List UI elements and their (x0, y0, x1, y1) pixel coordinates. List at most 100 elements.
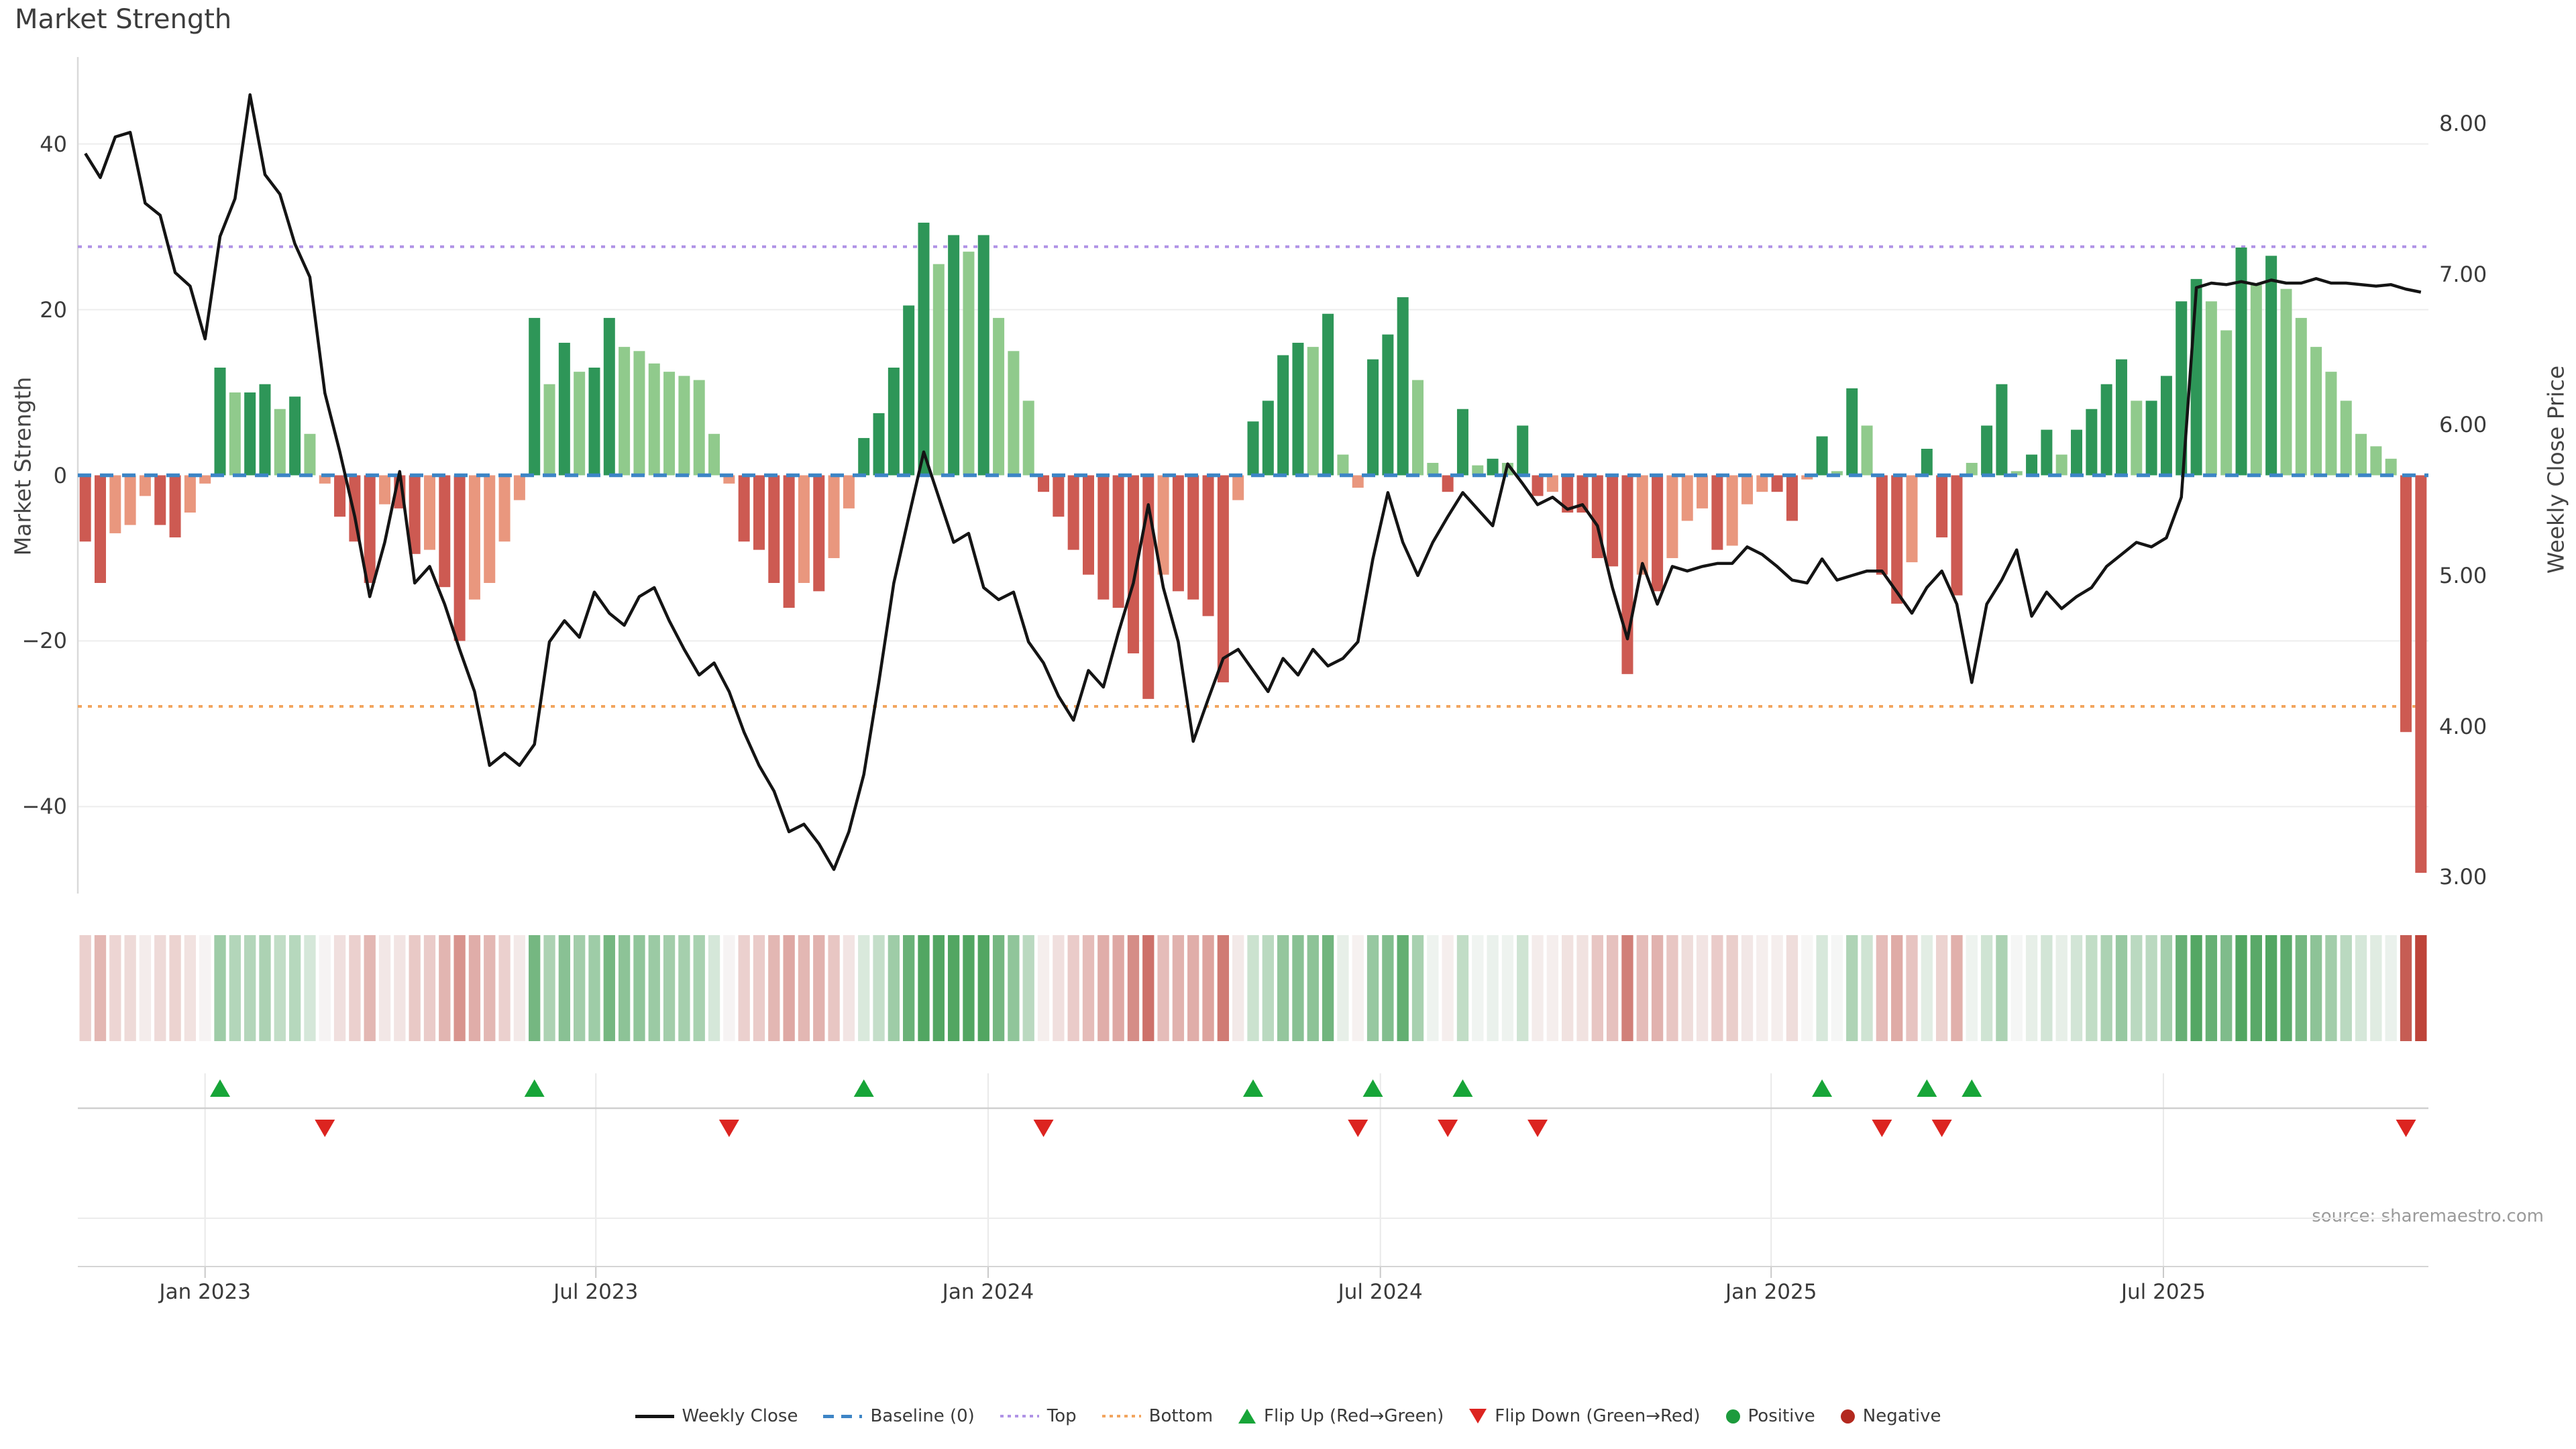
left-axis-tick-label: 0 (7, 462, 67, 489)
heatmap-cell (1038, 935, 1049, 1041)
legend-label: Negative (1863, 1406, 1941, 1426)
strength-bar (439, 476, 450, 588)
heatmap-cell (1277, 935, 1289, 1041)
strength-bar (1607, 476, 1618, 567)
heatmap-cell (1936, 935, 1947, 1041)
right-axis-tick-label: 8.00 (2439, 110, 2487, 137)
strength-bar (1218, 476, 1229, 683)
strength-bar (2206, 301, 2217, 475)
strength-bar (170, 476, 181, 538)
strength-bar (95, 476, 106, 584)
flip-up-triangle-icon (1238, 1409, 1256, 1424)
legend-item-flip-down[interactable]: Flip Down (Green→Red) (1469, 1406, 1700, 1426)
strength-bar (1532, 476, 1544, 496)
strength-bar (663, 372, 675, 475)
heatmap-cell (109, 935, 121, 1041)
strength-bar (1741, 476, 1753, 504)
heatmap-cell (588, 935, 600, 1041)
legend-item-top[interactable]: Top (1000, 1406, 1077, 1426)
strength-bar (1023, 400, 1034, 475)
heatmap-cell (633, 935, 645, 1041)
heatmap-cell (379, 935, 390, 1041)
strength-bar (1352, 476, 1364, 488)
heatmap-cell (858, 935, 869, 1041)
heatmap-cell (663, 935, 675, 1041)
legend-item-weekly-close[interactable]: Weekly Close (635, 1406, 798, 1426)
legend-item-negative[interactable]: Negative (1841, 1406, 1941, 1426)
strength-bar (798, 476, 810, 584)
legend-item-baseline[interactable]: Baseline (0) (823, 1406, 974, 1426)
heatmap-cell (1128, 935, 1139, 1041)
heatmap-cell (559, 935, 570, 1041)
strength-bar (1981, 425, 1992, 475)
heatmap-cell (2235, 935, 2247, 1041)
left-axis-tick-label: −20 (7, 627, 67, 654)
strength-bar (2355, 434, 2367, 476)
strength-bar (1786, 476, 1798, 521)
legend: Weekly Close Baseline (0) Top Bottom Fli… (0, 1406, 2576, 1426)
strength-bar (2341, 400, 2352, 475)
heatmap-cell (768, 935, 780, 1041)
heatmap-cell (2086, 935, 2097, 1041)
heatmap-cell (1996, 935, 2007, 1041)
baseline-dash-icon (823, 1415, 862, 1418)
flip-up-marker (1917, 1079, 1937, 1097)
heatmap-cell (1786, 935, 1798, 1041)
heatmap-cell (304, 935, 315, 1041)
strength-bar (678, 376, 690, 475)
heatmap-cell (2265, 935, 2277, 1041)
negative-dot-icon (1841, 1409, 1855, 1424)
legend-label: Weekly Close (682, 1406, 798, 1426)
plot-area[interactable] (0, 0, 2576, 1449)
heatmap-cell (678, 935, 690, 1041)
strength-bar (694, 380, 705, 476)
strength-bar (2370, 446, 2381, 475)
strength-bar (1307, 347, 1319, 475)
strength-bar (2415, 476, 2426, 873)
heatmap-cell (2116, 935, 2127, 1041)
strength-bar (289, 396, 301, 475)
strength-bar (978, 235, 989, 475)
legend-item-positive[interactable]: Positive (1726, 1406, 1815, 1426)
flip-up-marker (1812, 1079, 1832, 1097)
strength-bar (184, 476, 196, 513)
heatmap-cell (1487, 935, 1498, 1041)
heatmap-cell (140, 935, 151, 1041)
strength-bar (1487, 459, 1499, 476)
heatmap-cell (1697, 935, 1708, 1041)
strength-bar (633, 351, 645, 475)
heatmap-cell (1023, 935, 1034, 1041)
heatmap-cell (2190, 935, 2202, 1041)
heatmap-cell (1517, 935, 1528, 1041)
heatmap-cell (1263, 935, 1274, 1041)
left-axis-tick-label: −40 (7, 793, 67, 820)
top-dotted-icon (1000, 1415, 1039, 1417)
heatmap-cell (1607, 935, 1618, 1041)
flip-down-marker (2396, 1120, 2416, 1137)
strength-bar (2310, 347, 2322, 475)
strength-bar (80, 476, 91, 542)
weekly-close-line-icon (635, 1415, 674, 1418)
x-axis-tick-label: Jan 2023 (159, 1280, 251, 1304)
heatmap-cell (619, 935, 630, 1041)
flip-down-marker (719, 1120, 739, 1137)
heatmap-cell (1053, 935, 1064, 1041)
strength-bar (2131, 400, 2142, 475)
flip-down-marker (315, 1120, 335, 1137)
heatmap-cell (1472, 935, 1483, 1041)
legend-item-flip-up[interactable]: Flip Up (Red→Green) (1238, 1406, 1444, 1426)
heatmap-cell (649, 935, 660, 1041)
heatmap-cell (843, 935, 855, 1041)
heatmap-cell (753, 935, 765, 1041)
x-axis-tick-label: Jul 2024 (1338, 1280, 1423, 1304)
legend-item-bottom[interactable]: Bottom (1102, 1406, 1213, 1426)
legend-label: Top (1047, 1406, 1077, 1426)
heatmap-cell (1951, 935, 1962, 1041)
x-axis-tick-label: Jul 2025 (2121, 1280, 2206, 1304)
strength-bar (1173, 476, 1184, 592)
heatmap-cell (1218, 935, 1229, 1041)
heatmap-cell (604, 935, 615, 1041)
strength-bar (2280, 289, 2292, 476)
strength-bar (1442, 476, 1454, 492)
strength-bar (739, 476, 750, 542)
